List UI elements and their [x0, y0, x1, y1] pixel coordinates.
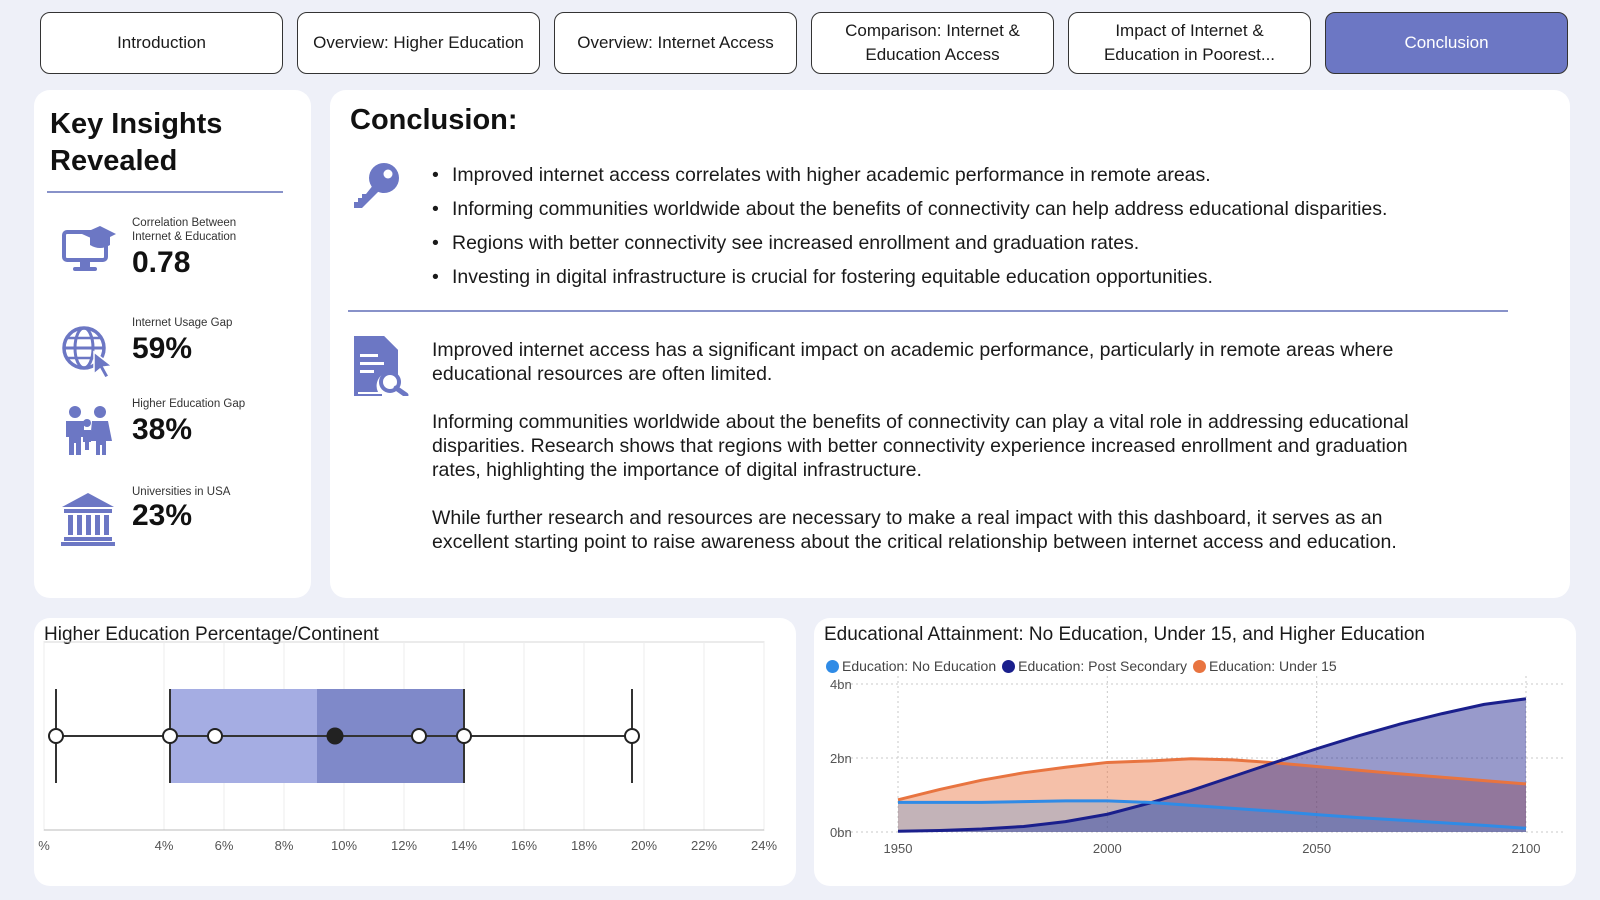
- box-chart-card: Higher Education Percentage/Continent % 4…: [34, 618, 796, 886]
- paragraph: Informing communities worldwide about th…: [432, 411, 1409, 481]
- mean-point: [326, 727, 344, 745]
- monitor-graduation-icon: [62, 226, 116, 271]
- tab-conclusion[interactable]: Conclusion: [1325, 12, 1568, 74]
- kpi-label: Universities in USA: [132, 486, 231, 498]
- people-icon: [66, 406, 112, 455]
- kpi-label: Correlation Between Internet & Education: [132, 217, 237, 243]
- box-chart: % 4% 6% 8% 10% 12% 14% 16% 18% 20% 22% 24%: [38, 641, 777, 853]
- x-tick-label: 2000: [1093, 841, 1122, 856]
- conclusion-paragraphs: Improved internet access has a significa…: [432, 338, 1452, 578]
- x-tick-label: 2100: [1512, 841, 1541, 856]
- tab-overview-higher-education[interactable]: Overview: Higher Education: [297, 12, 540, 74]
- x-tick-label: 16%: [511, 838, 537, 853]
- data-point: [456, 728, 472, 744]
- bullet-item: Improved internet access correlates with…: [432, 158, 1387, 192]
- university-icon: [61, 493, 115, 546]
- x-tick-label: 20%: [631, 838, 657, 853]
- x-tick-label: 6%: [215, 838, 234, 853]
- area-chart-card: Educational Attainment: No Education, Un…: [814, 618, 1576, 886]
- paragraph: Improved internet access has a significa…: [432, 339, 1394, 385]
- conclusion-title: Conclusion:: [350, 104, 518, 136]
- x-tick-label: 8%: [275, 838, 294, 853]
- kpi-higher-education-gap: Higher Education Gap 38%: [34, 397, 311, 473]
- data-point: [207, 728, 223, 744]
- kpi-value: 59%: [132, 332, 193, 365]
- globe-cursor-icon: [62, 326, 114, 378]
- document-search-icon: [354, 336, 409, 396]
- x-tick-label: 14%: [451, 838, 477, 853]
- kpi-label: Higher Education Gap: [132, 398, 246, 410]
- x-tick-label: 4%: [155, 838, 174, 853]
- kpi-universities-usa: Universities in USA 23%: [34, 485, 311, 561]
- x-tick-label: 18%: [571, 838, 597, 853]
- bullet-item: Regions with better connectivity see inc…: [432, 226, 1387, 260]
- kpi-correlation: Correlation Between Internet & Education…: [34, 216, 311, 292]
- y-tick-label: 2bn: [830, 751, 852, 766]
- tab-overview-internet-access[interactable]: Overview: Internet Access: [554, 12, 797, 74]
- key-insights-title: Key Insights Revealed: [50, 108, 223, 177]
- x-tick-label: 10%: [331, 838, 357, 853]
- x-tick-label: 24%: [751, 838, 777, 853]
- x-tick-label: 2050: [1302, 841, 1331, 856]
- kpi-label: Internet Usage Gap: [132, 317, 233, 329]
- page-tabs: Introduction Overview: Higher Education …: [40, 12, 1568, 74]
- conclusion-bullets: Improved internet access correlates with…: [432, 158, 1387, 294]
- key-insights-card: Key Insights Revealed Correlation Betwee…: [34, 90, 311, 598]
- conclusion-divider: [348, 310, 1508, 312]
- kpi-value: 0.78: [132, 246, 191, 279]
- data-point: [48, 728, 64, 744]
- area-chart: 0bn 2bn 4bn 1950 2000 2050 2100: [830, 676, 1564, 856]
- insights-divider: [47, 191, 283, 193]
- conclusion-card: Conclusion: Improved internet access cor…: [330, 90, 1570, 598]
- tab-comparison[interactable]: Comparison: Internet & Education Access: [811, 12, 1054, 74]
- y-tick-label: 0bn: [830, 825, 852, 840]
- kpi-value: 23%: [132, 499, 193, 532]
- tab-impact-poorest[interactable]: Impact of Internet & Education in Poores…: [1068, 12, 1311, 74]
- kpi-internet-usage-gap: Internet Usage Gap 59%: [34, 316, 311, 392]
- x-tick-label: %: [38, 838, 50, 853]
- x-tick-label: 1950: [884, 841, 913, 856]
- tab-introduction[interactable]: Introduction: [40, 12, 283, 74]
- bullet-item: Investing in digital infrastructure is c…: [432, 260, 1387, 294]
- key-icon: [354, 163, 399, 208]
- y-tick-label: 4bn: [830, 677, 852, 692]
- data-point: [411, 728, 427, 744]
- bullet-item: Informing communities worldwide about th…: [432, 192, 1387, 226]
- data-point: [624, 728, 640, 744]
- paragraph: While further research and resources are…: [432, 507, 1397, 553]
- x-tick-label: 22%: [691, 838, 717, 853]
- data-point: [162, 728, 178, 744]
- x-tick-label: 12%: [391, 838, 417, 853]
- kpi-value: 38%: [132, 413, 193, 446]
